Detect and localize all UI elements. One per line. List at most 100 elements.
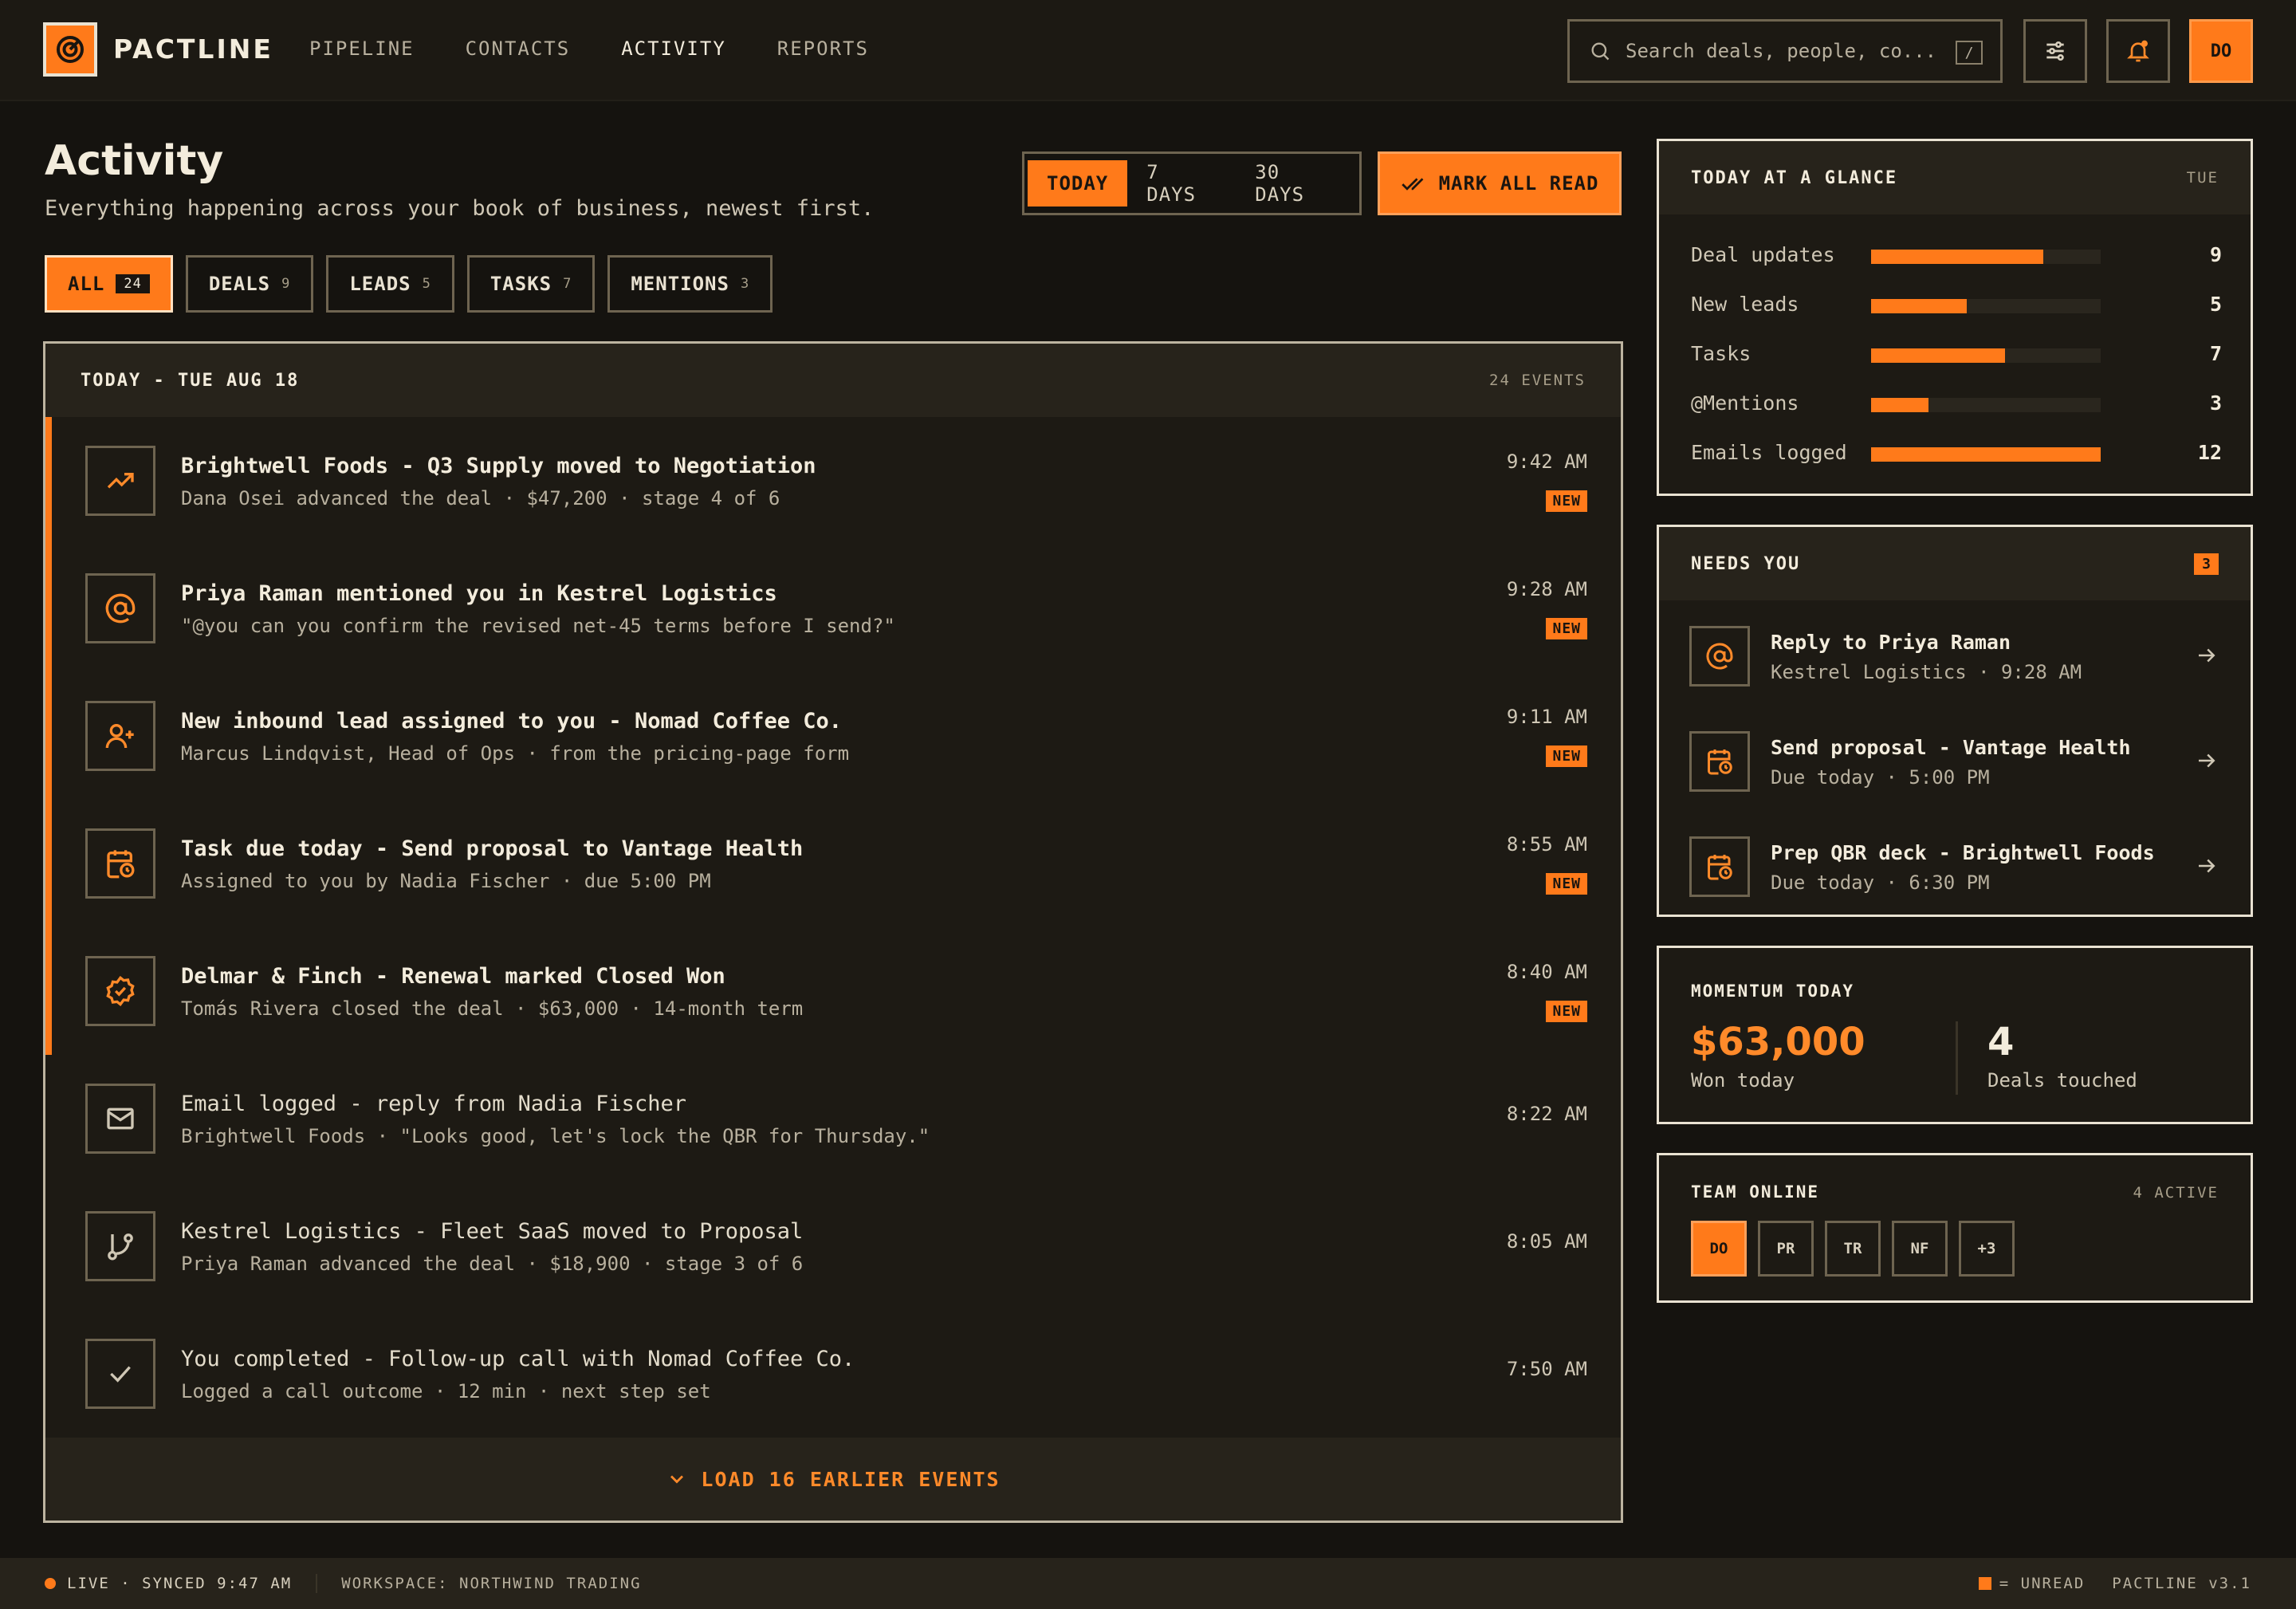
- nav-reports[interactable]: REPORTS: [777, 37, 869, 60]
- glance-day: TUE: [2186, 169, 2219, 187]
- user-avatar[interactable]: DO: [2189, 19, 2253, 83]
- needs-you-item[interactable]: Reply to Priya Raman Kestrel Logistics ·…: [1659, 604, 2251, 709]
- momentum-panel: MOMENTUM TODAY $63,000 Won today 4 Deals…: [1657, 946, 2253, 1124]
- team-avatar[interactable]: PR: [1758, 1221, 1814, 1277]
- mail-icon: [107, 1107, 134, 1130]
- glance-row: Deal updates 9: [1691, 240, 2222, 272]
- event-time: 8:40 AM: [1506, 961, 1587, 983]
- event-subtitle: Logged a call outcome · 12 min · next st…: [181, 1380, 711, 1402]
- double-check-icon: [1401, 178, 1423, 191]
- sync-status: LIVE · SYNCED 9:47 AM: [67, 1575, 293, 1592]
- glance-bar-fill: [1871, 398, 1928, 412]
- range-30-days[interactable]: 30 DAYS: [1236, 160, 1356, 207]
- filter-tasks[interactable]: TASKS 7: [466, 255, 596, 313]
- nav-contacts[interactable]: CONTACTS: [466, 37, 571, 60]
- arrow-right-icon: [2199, 648, 2215, 663]
- event-title: Email logged - reply from Nadia Fischer: [181, 1092, 686, 1116]
- won-today-value: $63,000: [1691, 1020, 1866, 1064]
- event-time: 8:55 AM: [1506, 833, 1587, 856]
- search-input[interactable]: Search deals, people, co... /: [1567, 19, 2003, 83]
- needs-icon-box: [1689, 626, 1750, 686]
- filter-deals[interactable]: DEALS 9: [185, 255, 314, 313]
- feed-event[interactable]: Priya Raman mentioned you in Kestrel Log…: [45, 545, 1621, 672]
- team-avatar[interactable]: DO: [1691, 1221, 1747, 1277]
- badge-check-icon: [106, 975, 135, 1007]
- glance-label: Tasks: [1691, 342, 1751, 365]
- team-avatar[interactable]: NF: [1892, 1221, 1948, 1277]
- feed-event[interactable]: Email logged - reply from Nadia Fischer …: [45, 1055, 1621, 1182]
- event-icon-box: [85, 1084, 155, 1154]
- footer-divider: [316, 1574, 318, 1593]
- filter-count: 9: [281, 276, 291, 292]
- feed-event[interactable]: Delmar & Finch - Renewal marked Closed W…: [45, 927, 1621, 1055]
- event-icon-box: [85, 573, 155, 643]
- search-icon: [1591, 42, 1610, 61]
- logo[interactable]: [43, 22, 97, 77]
- range-7-days[interactable]: 7 DAYS: [1127, 160, 1236, 207]
- notifications-button[interactable]: [2106, 19, 2170, 83]
- team-avatar[interactable]: TR: [1825, 1221, 1881, 1277]
- feed-event[interactable]: Brightwell Foods - Q3 Supply moved to Ne…: [45, 417, 1621, 545]
- nav-activity[interactable]: ACTIVITY: [621, 37, 726, 60]
- page-subtitle: Everything happening across your book of…: [45, 196, 875, 221]
- needs-title: Send proposal - Vantage Health: [1771, 736, 2131, 759]
- feed-event[interactable]: Kestrel Logistics - Fleet SaaS moved to …: [45, 1182, 1621, 1310]
- momentum-title: MOMENTUM TODAY: [1691, 982, 1855, 1001]
- feed-event[interactable]: You completed - Follow-up call with Noma…: [45, 1310, 1621, 1438]
- needs-you-item[interactable]: Send proposal - Vantage Health Due today…: [1659, 709, 2251, 814]
- team-more[interactable]: +3: [1959, 1221, 2015, 1277]
- event-icon-box: [85, 446, 155, 516]
- needs-title: Prep QBR deck - Brightwell Foods: [1771, 841, 2155, 864]
- needs-you-item[interactable]: Prep QBR deck - Brightwell Foods Due tod…: [1659, 814, 2251, 919]
- team-avatars: DO PR TR NF +3: [1691, 1221, 2015, 1277]
- bell-icon: [2127, 40, 2149, 62]
- calendar-clock-icon: [107, 850, 135, 879]
- glance-value: 7: [2209, 342, 2222, 365]
- git-branch-icon: [108, 1233, 133, 1261]
- load-more-button[interactable]: LOAD 16 EARLIER EVENTS: [45, 1438, 1621, 1520]
- needs-subtitle: Due today · 5:00 PM: [1771, 766, 1990, 789]
- glance-value: 12: [2197, 441, 2222, 464]
- event-time: 9:11 AM: [1506, 706, 1587, 728]
- filter-count: 7: [563, 276, 572, 292]
- filter-label: MENTIONS: [631, 273, 729, 295]
- needs-icon-box: [1689, 731, 1750, 792]
- arrow-right-icon: [2199, 859, 2215, 873]
- trending-up-icon: [107, 473, 134, 489]
- deals-touched-value: 4: [1987, 1020, 2015, 1064]
- filter-leads[interactable]: LEADS 5: [326, 255, 454, 313]
- filters-button[interactable]: [2023, 19, 2087, 83]
- event-subtitle: Marcus Lindqvist, Head of Ops · from the…: [181, 742, 850, 765]
- new-badge: NEW: [1546, 745, 1587, 767]
- event-title: Priya Raman mentioned you in Kestrel Log…: [181, 581, 777, 606]
- feed-event[interactable]: New inbound lead assigned to you - Nomad…: [45, 672, 1621, 800]
- activity-feed: TODAY - TUE AUG 18 24 EVENTS Brightwell …: [43, 341, 1623, 1523]
- filter-mentions[interactable]: MENTIONS 3: [607, 255, 773, 313]
- main-nav: PIPELINE CONTACTS ACTIVITY REPORTS: [309, 37, 920, 60]
- team-title: TEAM ONLINE: [1691, 1182, 1820, 1202]
- glance-bar: [1871, 447, 2101, 462]
- filter-count: 5: [422, 276, 431, 292]
- mark-all-read-label: MARK ALL READ: [1438, 172, 1599, 195]
- new-badge: NEW: [1546, 490, 1587, 512]
- team-online-panel: TEAM ONLINE 4 ACTIVE DO PR TR NF +3: [1657, 1153, 2253, 1303]
- range-today[interactable]: TODAY: [1028, 160, 1128, 207]
- page-title: Activity: [45, 137, 224, 185]
- needs-subtitle: Due today · 6:30 PM: [1771, 871, 1990, 894]
- feed-event[interactable]: Task due today - Send proposal to Vantag…: [45, 800, 1621, 927]
- search-shortcut: /: [1956, 41, 1983, 65]
- filter-label: DEALS: [208, 273, 271, 295]
- needs-title: Reply to Priya Raman: [1771, 631, 2011, 654]
- status-bar: LIVE · SYNCED 9:47 AM WORKSPACE: NORTHWI…: [0, 1558, 2296, 1609]
- glance-row: Emails logged 12: [1691, 438, 2222, 470]
- date-range-toggle: TODAY 7 DAYS 30 DAYS: [1022, 151, 1362, 215]
- glance-bar: [1871, 398, 2101, 412]
- needs-you-header: NEEDS YOU 3: [1659, 527, 2251, 600]
- event-time: 7:50 AM: [1506, 1358, 1587, 1380]
- nav-pipeline[interactable]: PIPELINE: [309, 37, 415, 60]
- filter-all[interactable]: ALL 24: [45, 255, 173, 313]
- mark-all-read-button[interactable]: MARK ALL READ: [1378, 151, 1622, 215]
- event-title: Delmar & Finch - Renewal marked Closed W…: [181, 964, 725, 989]
- user-plus-icon: [105, 724, 134, 749]
- event-icon-box: [85, 1339, 155, 1409]
